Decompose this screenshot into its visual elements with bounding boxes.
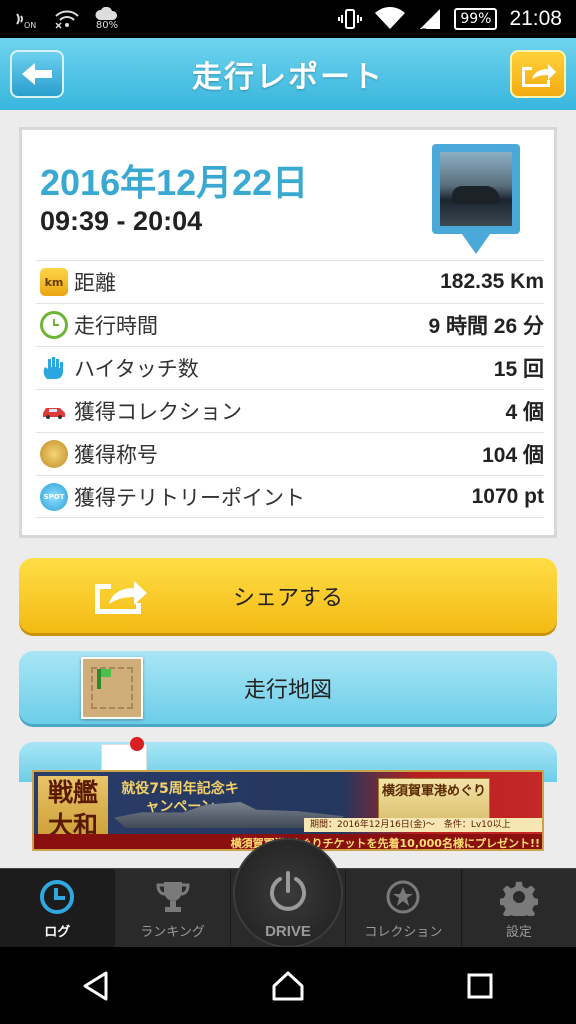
stat-value: 9 時間 26 分 [428, 315, 544, 338]
pushpin-icon [130, 737, 144, 751]
nav-ranking[interactable]: ランキング [115, 869, 231, 947]
system-home-button[interactable] [263, 961, 313, 1011]
back-button[interactable] [10, 50, 64, 98]
stat-label: 走行時間 [74, 314, 158, 338]
stats-list: km 距離 182.35 Km 走行時間 9 時間 26 分 ハイタッチ数 15… [36, 260, 544, 518]
back-triangle-icon [83, 971, 108, 1000]
home-icon [272, 971, 304, 1000]
spot-icon: SPOT [40, 482, 68, 511]
nav-collection-label: コレクション [364, 925, 443, 940]
drive-map-button[interactable]: 走行地図 [19, 651, 557, 724]
car-collection-icon [40, 397, 68, 425]
share-icon [95, 581, 147, 614]
photo-frame [432, 144, 520, 234]
clock-icon [40, 311, 68, 339]
high-touch-hand-icon [40, 354, 68, 382]
recents-square-icon [467, 973, 493, 998]
nfc-on-icon: ON [14, 8, 40, 30]
stat-label: 距離 [74, 271, 116, 295]
stat-value: 4 個 [505, 401, 544, 424]
wifi-off-icon [54, 8, 80, 30]
stat-row-distance: km 距離 182.35 Km [36, 260, 544, 303]
stat-row-territory: SPOT 獲得テリトリーポイント 1070 pt [36, 475, 544, 518]
share-icon [522, 64, 556, 87]
signal-icon [418, 7, 442, 31]
stat-row-collection: 獲得コレクション 4 個 [36, 389, 544, 432]
stat-label: 獲得コレクション [74, 400, 242, 424]
car-silhouette [452, 186, 500, 204]
stat-label: 獲得称号 [74, 443, 158, 467]
stat-row-high-touch: ハイタッチ数 15 回 [36, 346, 544, 389]
trophy-icon [153, 877, 193, 917]
stat-value: 182.35 Km [440, 270, 544, 293]
stat-row-title: 獲得称号 104 個 [36, 432, 544, 475]
map-icon [81, 657, 143, 719]
report-time-range: 09:39 - 20:04 [40, 206, 203, 236]
svg-text:ON: ON [24, 21, 36, 30]
car-photo [440, 152, 512, 226]
power-icon [270, 871, 306, 911]
nav-settings[interactable]: 設定 [462, 869, 576, 947]
report-date: 2016年12月22日 [40, 162, 309, 203]
nav-collection[interactable]: コレクション [346, 869, 462, 947]
system-nav-bar [0, 947, 576, 1024]
drive-map-label: 走行地図 [243, 677, 332, 703]
star-icon [383, 877, 423, 917]
share-button[interactable]: シェアする [19, 558, 557, 633]
km-icon: km [40, 268, 68, 296]
report-card: 2016年12月22日 09:39 - 20:04 km 距離 182.35 K… [19, 127, 557, 538]
wifi-icon [374, 7, 406, 31]
status-clock: 21:08 [509, 7, 562, 30]
share-button-label: シェアする [232, 585, 343, 611]
back-arrow-icon [22, 63, 52, 85]
gear-icon [499, 877, 539, 917]
ad-period: 期間：2016年12月16日(金)〜 条件：Lv10以上 [304, 818, 542, 832]
battery-indicator: 99% [454, 8, 498, 30]
vibrate-icon [338, 8, 363, 30]
data-saver-percentage: 80% [95, 20, 119, 31]
clock-icon [37, 877, 77, 917]
stat-row-drive-time: 走行時間 9 時間 26 分 [36, 303, 544, 346]
nav-ranking-label: ランキング [140, 925, 205, 940]
drive-photo-pin[interactable] [432, 144, 520, 256]
system-back-button[interactable] [71, 961, 121, 1011]
stat-value: 15 回 [493, 358, 544, 381]
cloud-data-icon: 80% [94, 7, 120, 31]
pin-tip [462, 234, 490, 254]
status-bar: ON 80% 99% 21:08 [0, 0, 576, 38]
system-recents-button[interactable] [455, 961, 505, 1011]
app-header: 走行レポート [0, 38, 576, 110]
stat-value: 104 個 [482, 444, 544, 467]
medal-icon [40, 440, 68, 468]
flag-icon [97, 669, 111, 689]
stat-label: ハイタッチ数 [74, 357, 199, 381]
page-title: 走行レポート [192, 60, 384, 95]
nav-settings-label: 設定 [505, 925, 532, 940]
stat-label: 獲得テリトリーポイント [74, 485, 305, 510]
nav-log-label: ログ [44, 925, 71, 940]
nav-log[interactable]: ログ [0, 869, 116, 947]
drive-label: DRIVE [265, 923, 311, 940]
stat-value: 1070 pt [471, 484, 544, 508]
share-top-button[interactable] [510, 50, 566, 98]
